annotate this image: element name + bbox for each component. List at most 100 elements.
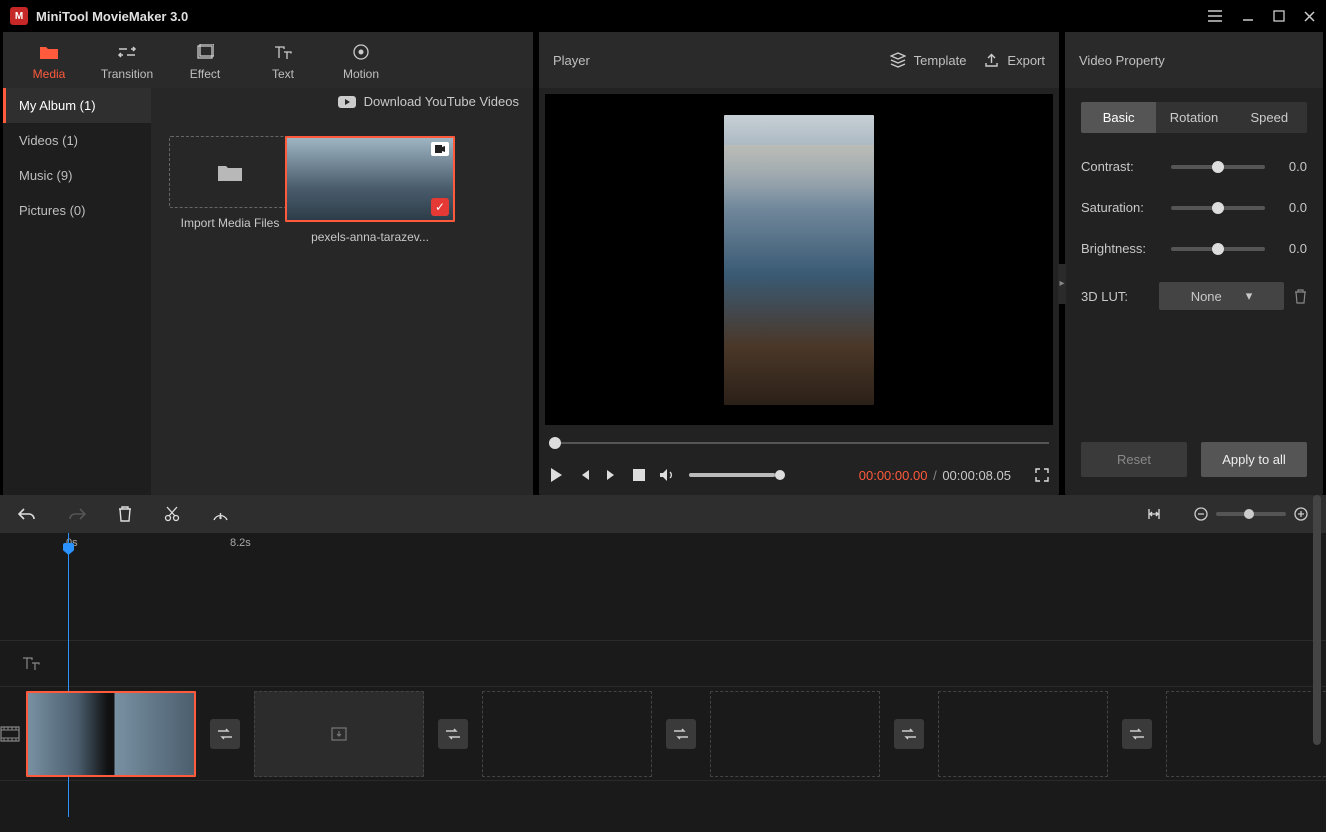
media-clip-item[interactable]: ✓ pexels-anna-tarazev... <box>309 136 431 244</box>
text-track-icon <box>0 641 62 686</box>
transition-slot[interactable] <box>666 719 696 749</box>
tab-motion[interactable]: Motion <box>323 36 399 88</box>
brightness-row: Brightness: 0.0 <box>1081 241 1307 256</box>
sidebar-item-videos[interactable]: Videos (1) <box>3 123 151 158</box>
tab-effect-label: Effect <box>190 67 220 81</box>
tab-transition-label: Transition <box>101 67 153 81</box>
transition-slot[interactable] <box>438 719 468 749</box>
contrast-slider[interactable] <box>1171 165 1265 169</box>
properties-title: Video Property <box>1079 53 1165 68</box>
trash-icon[interactable] <box>1294 289 1307 304</box>
tab-media-label: Media <box>33 67 66 81</box>
current-time: 00:00:00.00 <box>859 468 928 483</box>
zoom-in-button[interactable] <box>1294 507 1308 521</box>
chevron-down-icon: ▾ <box>1246 288 1253 304</box>
timeline-scrollbar[interactable] <box>1313 495 1321 781</box>
timeline: 0s 8.2s <box>0 495 1326 781</box>
next-frame-button[interactable] <box>605 468 619 482</box>
stop-button[interactable] <box>633 469 645 481</box>
minimize-icon[interactable] <box>1241 9 1255 23</box>
speed-button[interactable] <box>212 507 229 522</box>
playback-controls: 00:00:00.00 / 00:00:08.05 <box>539 455 1059 495</box>
empty-clip-slot[interactable] <box>938 691 1108 777</box>
clip-filename: pexels-anna-tarazev... <box>311 230 429 244</box>
empty-clip-slot[interactable] <box>710 691 880 777</box>
volume-icon[interactable] <box>659 468 675 482</box>
export-icon <box>984 53 999 68</box>
import-dropzone[interactable] <box>169 136 291 208</box>
properties-header: Video Property <box>1065 32 1323 88</box>
tab-media[interactable]: Media <box>11 36 87 88</box>
export-button[interactable]: Export <box>984 53 1045 68</box>
volume-slider[interactable] <box>689 473 785 477</box>
media-panel: Media Transition Effect Text Motion My A… <box>3 32 533 495</box>
fullscreen-icon[interactable] <box>1035 468 1049 482</box>
sidebar-item-pictures[interactable]: Pictures (0) <box>3 193 151 228</box>
transition-slot[interactable] <box>1122 719 1152 749</box>
saturation-value: 0.0 <box>1277 200 1307 215</box>
tab-motion-label: Motion <box>343 67 379 81</box>
saturation-row: Saturation: 0.0 <box>1081 200 1307 215</box>
split-button[interactable] <box>164 506 180 522</box>
media-sidebar: My Album (1) Videos (1) Music (9) Pictur… <box>3 88 151 495</box>
template-icon <box>890 52 906 68</box>
tab-basic[interactable]: Basic <box>1081 102 1156 133</box>
tab-speed[interactable]: Speed <box>1232 102 1307 133</box>
effect-icon <box>196 43 214 61</box>
zoom-out-button[interactable] <box>1194 507 1208 521</box>
scrub-bar[interactable] <box>549 433 1049 453</box>
transition-icon <box>117 43 137 61</box>
video-lane[interactable] <box>20 687 1326 780</box>
reset-button[interactable]: Reset <box>1081 442 1187 477</box>
transition-slot[interactable] <box>894 719 924 749</box>
media-grid: Download YouTube Videos Import Media Fil… <box>151 88 533 495</box>
import-media-slot[interactable]: Import Media Files <box>169 136 291 244</box>
property-tabs: Basic Rotation Speed <box>1081 102 1307 133</box>
undo-button[interactable] <box>18 507 36 521</box>
empty-clip-slot[interactable] <box>482 691 652 777</box>
prev-frame-button[interactable] <box>577 468 591 482</box>
transition-slot[interactable] <box>210 719 240 749</box>
template-button[interactable]: Template <box>890 52 967 68</box>
timecode: 00:00:00.00 / 00:00:08.05 <box>859 468 1011 483</box>
timeline-clip[interactable] <box>26 691 196 777</box>
saturation-slider[interactable] <box>1171 206 1265 210</box>
youtube-icon <box>338 96 356 108</box>
contrast-label: Contrast: <box>1081 159 1159 174</box>
main-tabbar: Media Transition Effect Text Motion <box>3 32 533 88</box>
folder-icon <box>217 162 243 182</box>
maximize-icon[interactable] <box>1273 10 1285 22</box>
tab-rotation[interactable]: Rotation <box>1156 102 1231 133</box>
download-youtube-link[interactable]: Download YouTube Videos <box>338 94 519 109</box>
apply-all-button[interactable]: Apply to all <box>1201 442 1307 477</box>
folder-icon <box>39 43 59 61</box>
zoom-slider[interactable] <box>1216 512 1286 516</box>
player-header: Player Template Export <box>539 32 1059 88</box>
timeline-ruler[interactable]: 0s 8.2s <box>62 533 1326 557</box>
play-button[interactable] <box>549 467 563 483</box>
tab-transition[interactable]: Transition <box>89 36 165 88</box>
saturation-label: Saturation: <box>1081 200 1159 215</box>
collapse-handle[interactable]: ▸ <box>1058 264 1066 304</box>
total-time: 00:00:08.05 <box>942 468 1011 483</box>
delete-button[interactable] <box>118 506 132 522</box>
motion-icon <box>352 43 370 61</box>
app-logo: M <box>10 7 28 25</box>
lut-dropdown[interactable]: None ▾ <box>1159 282 1284 310</box>
contrast-value: 0.0 <box>1277 159 1307 174</box>
fit-button[interactable] <box>1146 507 1162 521</box>
tab-text[interactable]: Text <box>245 36 321 88</box>
redo-button[interactable] <box>68 507 86 521</box>
tab-effect[interactable]: Effect <box>167 36 243 88</box>
sidebar-item-album[interactable]: My Album (1) <box>3 88 151 123</box>
track-text <box>0 641 1326 687</box>
add-clip-slot[interactable] <box>254 691 424 777</box>
empty-clip-slot[interactable] <box>1166 691 1326 777</box>
export-label: Export <box>1007 53 1045 68</box>
brightness-slider[interactable] <box>1171 247 1265 251</box>
sidebar-item-music[interactable]: Music (9) <box>3 158 151 193</box>
close-icon[interactable] <box>1303 10 1316 23</box>
track-video <box>0 687 1326 781</box>
clip-thumbnail[interactable]: ✓ <box>285 136 455 222</box>
hamburger-menu-icon[interactable] <box>1207 9 1223 23</box>
